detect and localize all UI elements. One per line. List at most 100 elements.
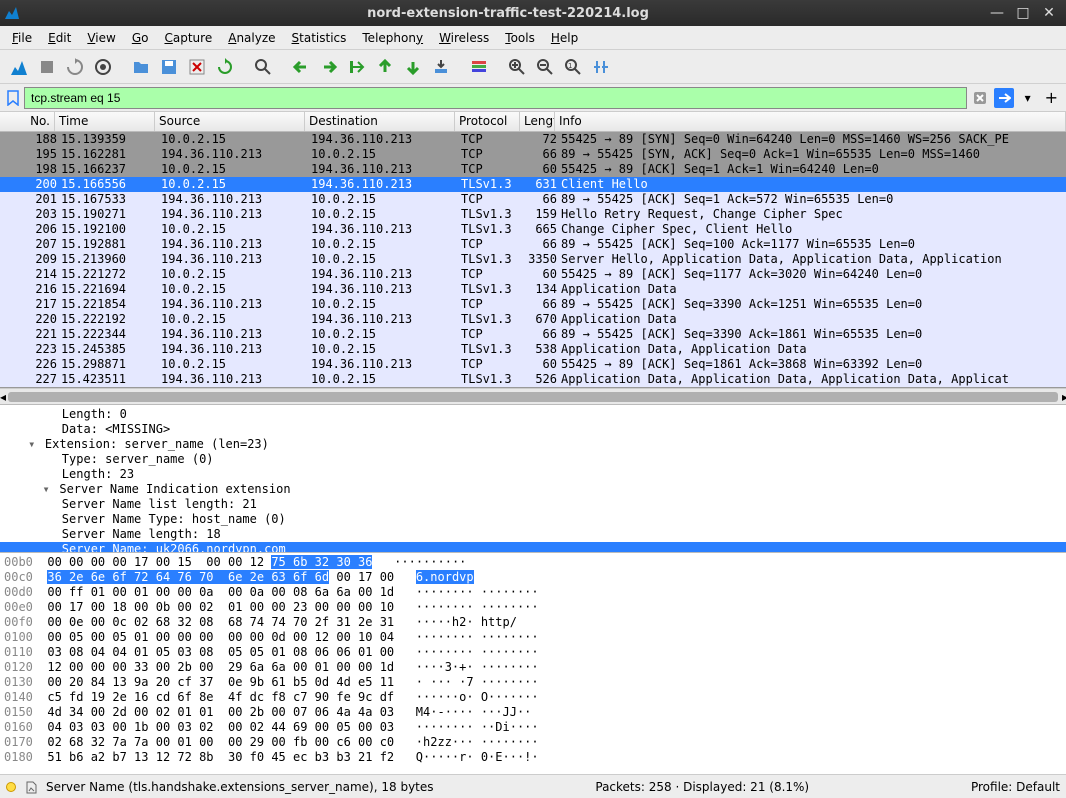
hex-line[interactable]: 0130 00 20 84 13 9a 20 cf 37 0e 9b 61 b5…	[0, 675, 1066, 690]
hex-line[interactable]: 00b0 00 00 00 00 17 00 15 00 00 12 75 6b…	[0, 555, 1066, 570]
packet-row[interactable]: 22715.423511194.36.110.21310.0.2.15TLSv1…	[0, 372, 1066, 387]
menu-edit[interactable]: Edit	[42, 29, 77, 47]
minimize-button[interactable]: —	[990, 6, 1004, 20]
detail-line[interactable]: Server Name list length: 21	[0, 497, 1066, 512]
bookmark-filter-icon[interactable]	[4, 89, 22, 107]
go-first-icon[interactable]	[372, 54, 398, 80]
packet-row[interactable]: 20715.192881194.36.110.21310.0.2.15TCP66…	[0, 237, 1066, 252]
packet-row[interactable]: 20615.19210010.0.2.15194.36.110.213TLSv1…	[0, 222, 1066, 237]
col-info[interactable]: Info	[555, 112, 1066, 131]
packet-row[interactable]: 22315.245385194.36.110.21310.0.2.15TLSv1…	[0, 342, 1066, 357]
go-back-icon[interactable]	[288, 54, 314, 80]
find-icon[interactable]	[250, 54, 276, 80]
close-file-icon[interactable]	[184, 54, 210, 80]
auto-scroll-icon[interactable]	[428, 54, 454, 80]
menu-view[interactable]: View	[81, 29, 121, 47]
apply-filter-icon[interactable]	[994, 88, 1014, 108]
stop-capture-icon[interactable]	[34, 54, 60, 80]
detail-line[interactable]: ▾ Extension: server_name (len=23)	[0, 437, 1066, 452]
detail-line[interactable]: ▾ Server Name Indication extension	[0, 482, 1066, 497]
col-time[interactable]: Time	[55, 112, 155, 131]
window-title: nord-extension-traffic-test-220214.log	[26, 6, 990, 21]
hex-line[interactable]: 0120 12 00 00 00 33 00 2b 00 29 6a 6a 00…	[0, 660, 1066, 675]
menu-file[interactable]: File	[6, 29, 38, 47]
packet-row[interactable]: 19815.16623710.0.2.15194.36.110.213TCP60…	[0, 162, 1066, 177]
filter-dropdown-icon[interactable]: ▾	[1018, 88, 1038, 108]
hex-line[interactable]: 00c0 36 2e 6e 6f 72 64 76 70 6e 2e 63 6f…	[0, 570, 1066, 585]
zoom-in-icon[interactable]	[504, 54, 530, 80]
resize-columns-icon[interactable]	[588, 54, 614, 80]
col-no[interactable]: No.	[0, 112, 55, 131]
packet-row[interactable]: 19515.162281194.36.110.21310.0.2.15TCP66…	[0, 147, 1066, 162]
detail-line[interactable]: Length: 23	[0, 467, 1066, 482]
packet-row[interactable]: 18815.13935910.0.2.15194.36.110.213TCP72…	[0, 132, 1066, 147]
hex-line[interactable]: 0170 02 68 32 7a 7a 00 01 00 00 29 00 fb…	[0, 735, 1066, 750]
expert-info-led-icon[interactable]	[6, 782, 16, 792]
capture-file-properties-icon[interactable]	[24, 780, 38, 794]
capture-options-icon[interactable]	[90, 54, 116, 80]
menu-analyze[interactable]: Analyze	[222, 29, 281, 47]
reload-icon[interactable]	[212, 54, 238, 80]
menu-capture[interactable]: Capture	[158, 29, 218, 47]
start-capture-icon[interactable]	[6, 54, 32, 80]
horizontal-scrollbar[interactable]: ◂ ▸	[0, 388, 1066, 404]
hex-line[interactable]: 0140 c5 fd 19 2e 16 cd 6f 8e 4f dc f8 c7…	[0, 690, 1066, 705]
colorize-icon[interactable]	[466, 54, 492, 80]
menu-telephony[interactable]: Telephony	[356, 29, 429, 47]
packet-row[interactable]: 21615.22169410.0.2.15194.36.110.213TLSv1…	[0, 282, 1066, 297]
save-icon[interactable]	[156, 54, 182, 80]
hex-line[interactable]: 0160 04 03 03 00 1b 00 03 02 00 02 44 69…	[0, 720, 1066, 735]
restart-capture-icon[interactable]	[62, 54, 88, 80]
col-protocol[interactable]: Protocol	[455, 112, 520, 131]
packet-bytes-pane[interactable]: 00b0 00 00 00 00 17 00 15 00 00 12 75 6b…	[0, 552, 1066, 774]
add-filter-button[interactable]: +	[1041, 88, 1062, 107]
menu-wireless[interactable]: Wireless	[433, 29, 495, 47]
packet-details-pane[interactable]: Length: 0 Data: <MISSING> ▾ Extension: s…	[0, 404, 1066, 552]
col-length[interactable]: Length	[520, 112, 555, 131]
clear-filter-icon[interactable]	[970, 88, 990, 108]
hex-line[interactable]: 00f0 00 0e 00 0c 02 68 32 08 68 74 74 70…	[0, 615, 1066, 630]
hex-line[interactable]: 0180 51 b6 a2 b7 13 12 72 8b 30 f0 45 ec…	[0, 750, 1066, 765]
hex-line[interactable]: 0110 03 08 04 04 01 05 03 08 05 05 01 08…	[0, 645, 1066, 660]
menu-go[interactable]: Go	[126, 29, 155, 47]
hex-line[interactable]: 0100 00 05 00 05 01 00 00 00 00 00 0d 00…	[0, 630, 1066, 645]
hex-line[interactable]: 0150 4d 34 00 2d 00 02 01 01 00 2b 00 07…	[0, 705, 1066, 720]
packet-row[interactable]: 20115.167533194.36.110.21310.0.2.15TCP66…	[0, 192, 1066, 207]
packet-row[interactable]: 22115.222344194.36.110.21310.0.2.15TCP66…	[0, 327, 1066, 342]
packet-row[interactable]: 22015.22219210.0.2.15194.36.110.213TLSv1…	[0, 312, 1066, 327]
detail-line[interactable]: Server Name length: 18	[0, 527, 1066, 542]
packet-list-header: No. Time Source Destination Protocol Len…	[0, 112, 1066, 132]
packet-row[interactable]: 21715.221854194.36.110.21310.0.2.15TCP66…	[0, 297, 1066, 312]
menu-statistics[interactable]: Statistics	[286, 29, 353, 47]
detail-line[interactable]: Data: <MISSING>	[0, 422, 1066, 437]
packet-list[interactable]: 18815.13935910.0.2.15194.36.110.213TCP72…	[0, 132, 1066, 388]
close-button[interactable]: ✕	[1042, 6, 1056, 20]
detail-line-selected[interactable]: Server Name: uk2066.nordvpn.com	[0, 542, 1066, 552]
status-packets: Packets: 258 · Displayed: 21 (8.1%)	[595, 780, 809, 794]
menu-help[interactable]: Help	[545, 29, 584, 47]
display-filter-input[interactable]	[24, 87, 967, 109]
detail-line[interactable]: Server Name Type: host_name (0)	[0, 512, 1066, 527]
go-to-packet-icon[interactable]	[344, 54, 370, 80]
go-forward-icon[interactable]	[316, 54, 342, 80]
maximize-button[interactable]: □	[1016, 6, 1030, 20]
packet-row[interactable]: 22615.29887110.0.2.15194.36.110.213TCP60…	[0, 357, 1066, 372]
status-profile[interactable]: Profile: Default	[971, 780, 1060, 794]
hex-line[interactable]: 00d0 00 ff 01 00 01 00 00 0a 00 0a 00 08…	[0, 585, 1066, 600]
packet-row[interactable]: 20315.190271194.36.110.21310.0.2.15TLSv1…	[0, 207, 1066, 222]
packet-row[interactable]: 20915.213960194.36.110.21310.0.2.15TLSv1…	[0, 252, 1066, 267]
detail-line[interactable]: Type: server_name (0)	[0, 452, 1066, 467]
go-last-icon[interactable]	[400, 54, 426, 80]
hex-line[interactable]: 00e0 00 17 00 18 00 0b 00 02 01 00 00 23…	[0, 600, 1066, 615]
packet-row[interactable]: 21415.22127210.0.2.15194.36.110.213TCP60…	[0, 267, 1066, 282]
zoom-out-icon[interactable]	[532, 54, 558, 80]
tree-toggle-icon[interactable]: ▾	[40, 482, 52, 497]
open-icon[interactable]	[128, 54, 154, 80]
detail-line[interactable]: Length: 0	[0, 407, 1066, 422]
tree-toggle-icon[interactable]: ▾	[26, 437, 38, 452]
zoom-reset-icon[interactable]: 1	[560, 54, 586, 80]
col-destination[interactable]: Destination	[305, 112, 455, 131]
menu-tools[interactable]: Tools	[499, 29, 541, 47]
packet-row[interactable]: 20015.16655610.0.2.15194.36.110.213TLSv1…	[0, 177, 1066, 192]
col-source[interactable]: Source	[155, 112, 305, 131]
